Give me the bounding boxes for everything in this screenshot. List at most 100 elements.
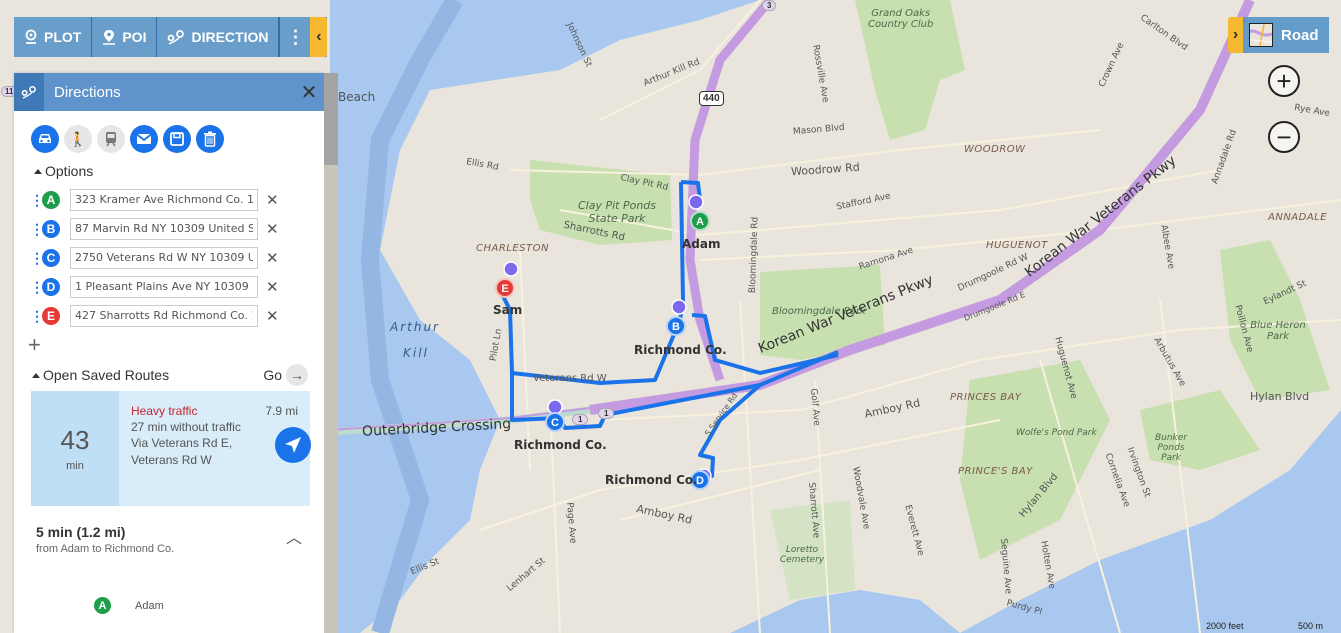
label-beach: Beach [338,90,376,104]
poi-button[interactable]: POI [92,17,158,57]
route-distance: 7.9 mi [265,404,298,418]
add-waypoint-button[interactable]: + [28,334,324,356]
remove-waypoint-e-button[interactable]: ✕ [266,307,279,325]
drag-handle-icon[interactable]: ⋮ [30,309,44,323]
shield-3: 3 [762,0,777,11]
walk-icon: 🚶 [69,130,87,147]
label-loretto: Loretto Cemetery [779,545,825,565]
saved-routes-toggle[interactable]: Open Saved Routes [32,367,169,383]
label-veterans-rd-w: Veterans Rd W [533,373,607,384]
close-panel-button[interactable]: ✕ [294,80,324,105]
remove-waypoint-a-button[interactable]: ✕ [266,191,279,209]
remove-waypoint-c-button[interactable]: ✕ [266,249,279,267]
drag-handle-icon[interactable]: ⋮ [30,222,44,236]
label-blue-heron: Blue Heron Park [1250,320,1306,342]
navigation-arrow-icon [285,437,301,453]
pin-outline-icon [25,29,37,44]
zoom-out-button[interactable]: − [1268,121,1300,153]
directions-panel: Directions ✕ 🚶 Options ⋮ A ✕ ⋮ [14,73,324,633]
chevron-right-icon: › [1232,26,1239,43]
waypoint-input-a[interactable] [70,188,258,211]
label-wolfes-pond: Wolfe's Pond Park [1016,428,1097,438]
label-woodrow: WOODROW [964,144,1026,155]
svg-text:E: E [501,283,508,295]
label-bunker-ponds: Bunker Ponds Park [1154,433,1188,463]
label-annadale: ANNADALE [1268,212,1328,223]
waypoint-row: ⋮ D ✕ [14,272,324,301]
pin-b[interactable]: B [666,299,687,336]
waypoint-input-b[interactable] [70,217,258,240]
remove-waypoint-d-button[interactable]: ✕ [266,278,279,296]
drag-handle-icon[interactable]: ⋮ [30,251,44,265]
drag-handle-icon[interactable]: ⋮ [30,280,44,294]
highway-440 [685,0,774,382]
duration-value: 43 [60,425,90,455]
saved-routes-row: Open Saved Routes Go → [14,356,324,386]
go-button[interactable]: Go → [263,364,308,386]
svg-text:A: A [696,216,704,228]
waypoint-input-c[interactable] [70,246,258,269]
waypoint-row: ⋮ C ✕ [14,243,324,272]
label-grand-oaks: Grand Oaks Country Club [868,8,934,30]
remove-waypoint-b-button[interactable]: ✕ [266,220,279,238]
scrollbar-thumb[interactable] [324,73,338,165]
direction-button[interactable]: DIRECTION [157,17,280,57]
route-summary-card[interactable]: 43 min Heavy traffic 27 min without traf… [31,391,311,506]
options-toggle[interactable]: Options [34,163,324,179]
panel-scrollbar[interactable] [324,73,338,633]
svg-text:C: C [551,417,559,429]
plus-icon: + [1276,66,1292,96]
floppy-disk-icon [170,132,184,146]
close-icon: ✕ [300,81,318,104]
waypoint-badge-d: D [42,277,60,296]
road-style-button[interactable]: Road [1243,17,1329,53]
transit-mode-button[interactable] [97,125,125,153]
waypoint-row: ⋮ A ✕ [14,185,324,214]
minus-icon: − [1276,122,1292,152]
poi-marker-icon [103,30,116,45]
label-huguenot: HUGUENOT [986,240,1048,251]
svg-text:B: B [672,321,680,333]
map-toolbar: PLOT POI DIRECTION ⋮ ‹ [14,17,328,57]
more-options-button[interactable]: ⋮ [279,17,310,57]
train-icon [106,132,116,147]
step-badge: A [94,597,111,614]
pin-label-a: Adam [682,237,721,251]
route-pins-icon [168,30,185,45]
waypoint-input-e[interactable] [70,304,258,327]
duration-unit: min [66,460,84,472]
email-button[interactable] [130,125,158,153]
plot-button[interactable]: PLOT [14,17,93,57]
expand-style-button[interactable]: › [1228,17,1243,53]
plot-label: PLOT [44,29,82,45]
shield-440: 440 [699,91,724,106]
trash-icon [204,131,216,147]
collapse-toolbar-button[interactable]: ‹ [310,17,328,57]
waypoint-input-d[interactable] [70,275,258,298]
walk-mode-button[interactable]: 🚶 [64,125,92,153]
start-navigation-button[interactable] [275,427,311,463]
pin-label-b: Richmond Co. [634,343,727,357]
scale-feet: 2000 feet [1206,621,1244,631]
caret-up-icon [34,168,42,174]
chevron-left-icon: ‹ [316,28,322,45]
label-hylan-blvd: Hylan Blvd [1250,390,1310,403]
pin-e[interactable]: E [495,261,519,298]
waypoint-badge-e: E [42,306,60,325]
zoom-in-button[interactable]: + [1268,65,1300,97]
drive-mode-button[interactable] [31,125,59,153]
delete-button[interactable] [196,125,224,153]
label-charleston: CHARLESTON [476,243,549,254]
pin-label-d: Richmond Co. [605,473,698,487]
drag-handle-icon[interactable]: ⋮ [30,193,44,207]
label-arthur: Arthur [390,320,440,334]
go-label: Go [263,367,282,383]
pin-c[interactable]: C [545,399,565,432]
route-duration: 43 min [31,391,119,506]
map-style-control: › Road [1228,17,1329,53]
collapse-leg-button[interactable]: ︿ [286,524,302,548]
water-lower [730,590,960,633]
scale-meters: 500 m [1298,621,1324,631]
save-button[interactable] [163,125,191,153]
waypoint-badge-a: A [42,190,60,209]
